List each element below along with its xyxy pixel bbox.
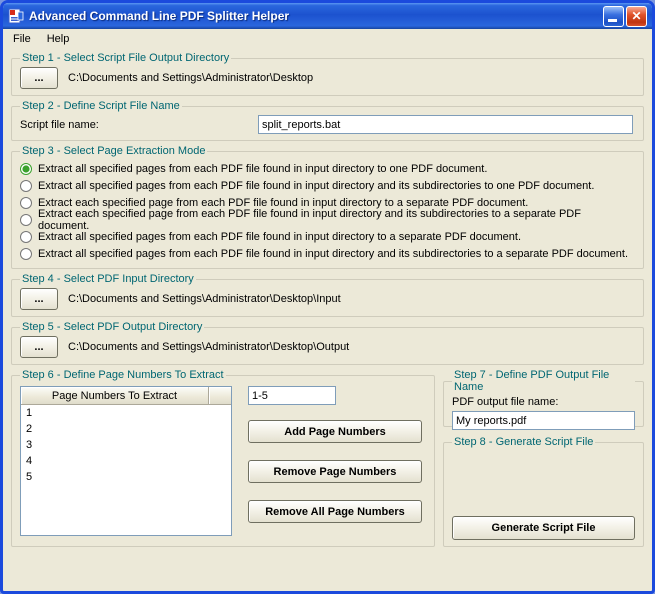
menu-help[interactable]: Help <box>39 31 78 47</box>
window-title: Advanced Command Line PDF Splitter Helpe… <box>29 9 290 23</box>
step5-title: Step 5 - Select PDF Output Directory <box>22 321 203 333</box>
step3-group: Step 3 - Select Page Extraction Mode Ext… <box>11 145 644 269</box>
add-page-numbers-button[interactable]: Add Page Numbers <box>248 420 422 443</box>
radio-button[interactable] <box>20 247 32 260</box>
pdf-output-file-name-label: PDF output file name: <box>452 396 559 408</box>
minimize-icon <box>608 18 617 22</box>
list-column-header[interactable]: Page Numbers To Extract <box>21 387 209 405</box>
window-controls: ✕ <box>603 5 647 27</box>
step8-group: Step 8 - Generate Script File Generate S… <box>443 436 644 547</box>
extraction-mode-option-4[interactable]: Extract each specified page from each PD… <box>20 208 635 232</box>
window-content: Step 1 - Select Script File Output Direc… <box>3 49 652 557</box>
step8-title: Step 8 - Generate Script File <box>454 436 594 448</box>
list-header: Page Numbers To Extract <box>21 387 231 405</box>
step1-path: C:\Documents and Settings\Administrator\… <box>68 72 314 84</box>
step4-group: Step 4 - Select PDF Input Directory ... … <box>11 273 644 317</box>
generate-script-file-button[interactable]: Generate Script File <box>452 516 635 540</box>
step7-title: Step 7 - Define PDF Output File Name <box>454 369 610 393</box>
step6-title: Step 6 - Define Page Numbers To Extract <box>22 369 224 381</box>
step2-title: Step 2 - Define Script File Name <box>22 100 180 112</box>
step2-group: Step 2 - Define Script File Name Script … <box>11 100 644 141</box>
radio-button[interactable] <box>20 230 32 243</box>
close-button[interactable]: ✕ <box>626 5 647 27</box>
step1-browse-button[interactable]: ... <box>20 67 58 89</box>
app-icon <box>8 8 24 24</box>
step4-browse-button[interactable]: ... <box>20 288 58 310</box>
step7-group: Step 7 - Define PDF Output File Name PDF… <box>443 369 644 430</box>
radio-button[interactable] <box>20 162 32 175</box>
page-numbers-list[interactable]: Page Numbers To Extract 1 2 3 4 5 <box>20 386 232 536</box>
radio-label: Extract all specified pages from each PD… <box>38 230 522 243</box>
radio-label: Extract each specified page from each PD… <box>38 207 581 232</box>
page-number-row[interactable]: 5 <box>21 469 231 485</box>
minimize-button[interactable] <box>603 5 624 27</box>
title-bar[interactable]: Advanced Command Line PDF Splitter Helpe… <box>3 3 652 29</box>
page-numbers-input[interactable] <box>248 386 336 405</box>
radio-button[interactable] <box>20 179 32 192</box>
pdf-output-file-name-input[interactable] <box>452 411 635 430</box>
script-file-name-label: Script file name: <box>20 118 99 131</box>
remove-all-page-numbers-button[interactable]: Remove All Page Numbers <box>248 500 422 523</box>
extraction-mode-option-1[interactable]: Extract all specified pages from each PD… <box>20 160 635 177</box>
radio-button[interactable] <box>20 213 32 226</box>
step3-title: Step 3 - Select Page Extraction Mode <box>22 145 206 157</box>
step4-title: Step 4 - Select PDF Input Directory <box>22 273 194 285</box>
step6-group: Step 6 - Define Page Numbers To Extract … <box>11 369 435 547</box>
step4-path: C:\Documents and Settings\Administrator\… <box>68 293 341 305</box>
radio-button[interactable] <box>20 196 32 209</box>
script-file-name-input[interactable] <box>258 115 633 134</box>
remove-page-numbers-button[interactable]: Remove Page Numbers <box>248 460 422 483</box>
radio-label: Extract all specified pages from each PD… <box>38 247 629 260</box>
list-header-filler <box>209 387 231 405</box>
radio-label: Extract all specified pages from each PD… <box>38 179 595 192</box>
extraction-mode-option-2[interactable]: Extract all specified pages from each PD… <box>20 177 635 194</box>
page-number-row[interactable]: 1 <box>21 405 231 421</box>
menu-bar: File Help <box>3 29 652 49</box>
page-number-row[interactable]: 3 <box>21 437 231 453</box>
radio-label: Extract all specified pages from each PD… <box>38 162 488 175</box>
page-number-row[interactable]: 4 <box>21 453 231 469</box>
step1-title: Step 1 - Select Script File Output Direc… <box>22 52 230 64</box>
step5-browse-button[interactable]: ... <box>20 336 58 358</box>
page-number-row[interactable]: 2 <box>21 421 231 437</box>
step5-path: C:\Documents and Settings\Administrator\… <box>68 341 350 353</box>
step1-group: Step 1 - Select Script File Output Direc… <box>11 52 644 96</box>
extraction-mode-option-6[interactable]: Extract all specified pages from each PD… <box>20 245 635 262</box>
step5-group: Step 5 - Select PDF Output Directory ...… <box>11 321 644 365</box>
close-icon: ✕ <box>631 9 642 23</box>
app-window: Advanced Command Line PDF Splitter Helpe… <box>0 0 655 594</box>
menu-file[interactable]: File <box>5 31 39 47</box>
